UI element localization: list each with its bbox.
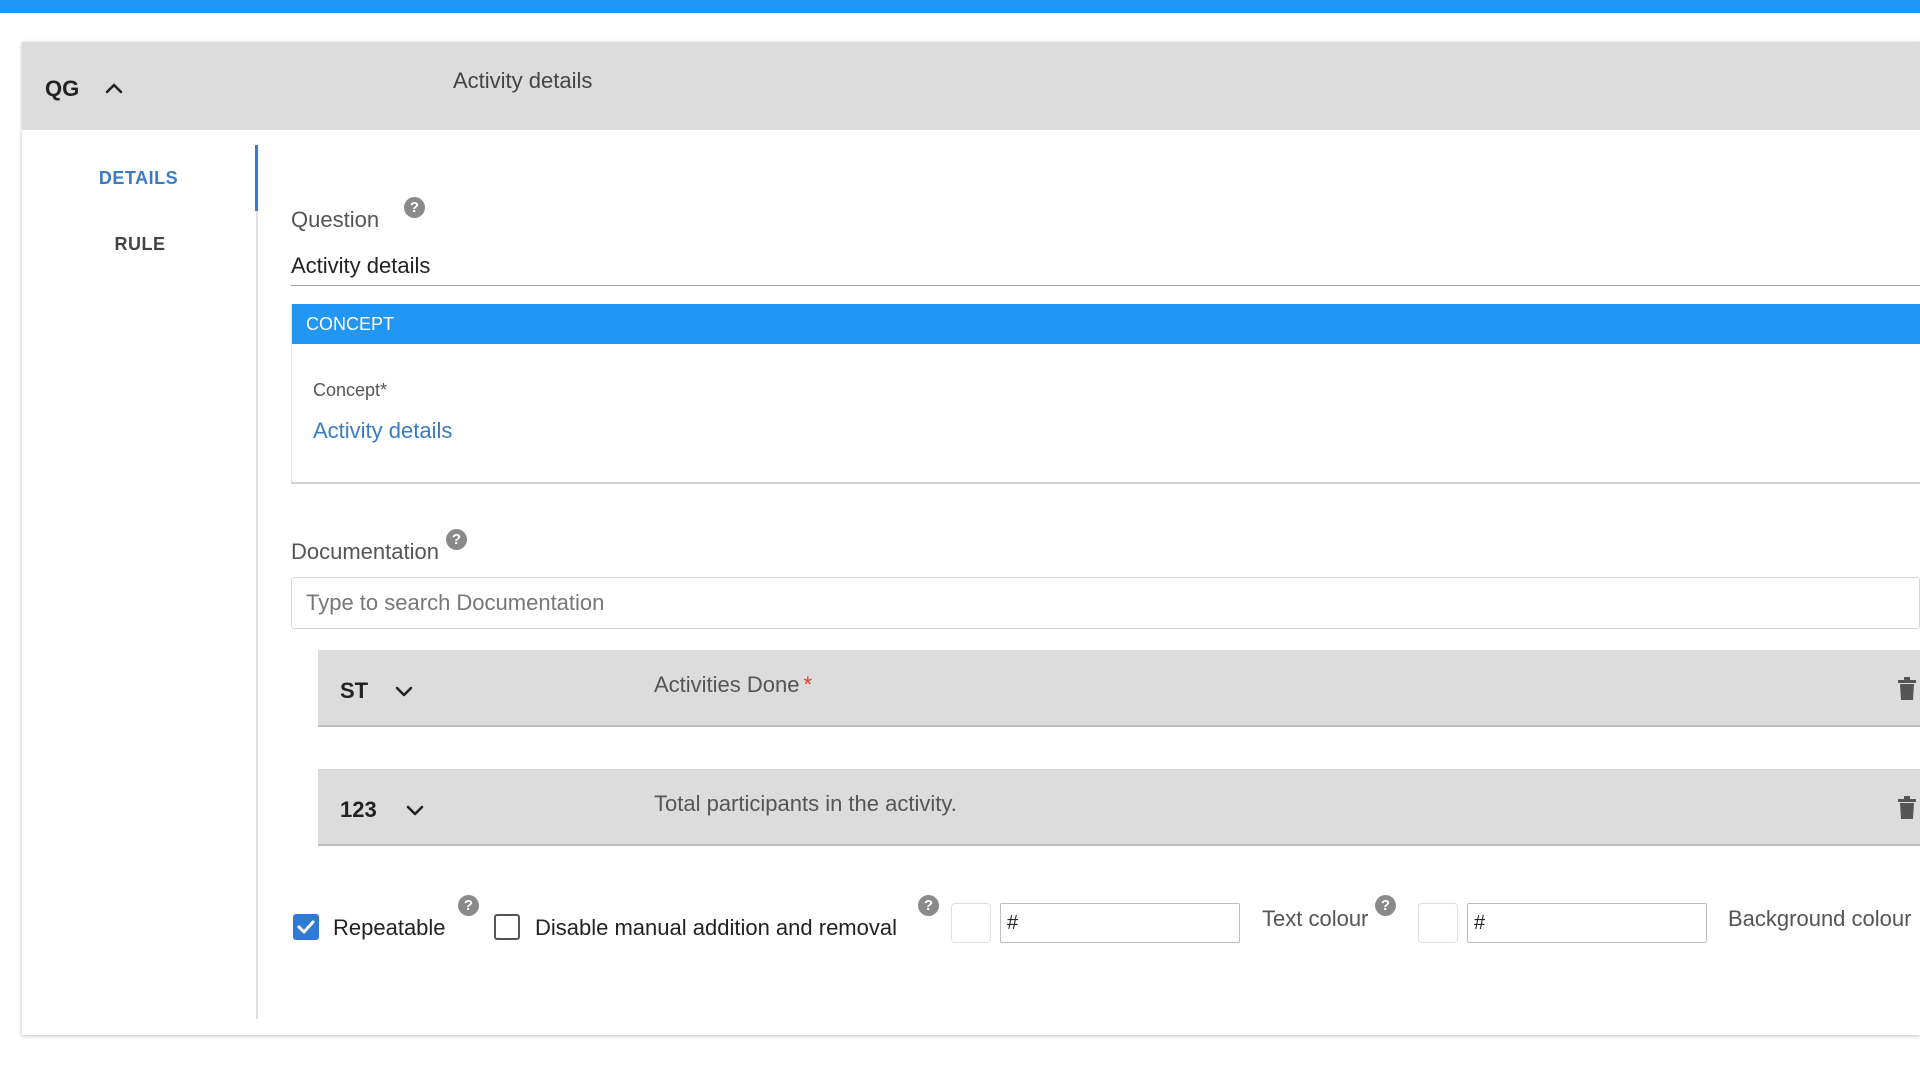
child-type-code: 123 [340, 797, 377, 822]
documentation-search-input[interactable] [291, 577, 1920, 629]
delete-icon[interactable] [1897, 796, 1917, 820]
question-group-card: QG Activity details DETAILS RULE Questio… [22, 42, 1920, 1035]
text-colour-help-icon[interactable]: ? [1375, 895, 1396, 916]
child-question-total-participants[interactable]: 123 Total participants in the activity. [318, 769, 1920, 846]
chevron-down-icon[interactable] [392, 680, 416, 704]
tab-details[interactable]: DETAILS [22, 145, 258, 211]
question-underline [291, 285, 1920, 286]
disable-manual-checkbox[interactable] [494, 914, 520, 940]
question-label: Question [291, 207, 380, 232]
question-group-title: Activity details [453, 68, 593, 93]
concept-link[interactable]: Activity details [313, 418, 452, 444]
top-accent-bar [0, 0, 1920, 13]
question-value[interactable]: Activity details [291, 253, 430, 279]
child-type-code: ST [340, 678, 369, 703]
child-title: Activities Done * [654, 672, 813, 697]
background-colour-input[interactable] [1467, 903, 1707, 943]
text-colour-swatch[interactable] [951, 903, 991, 943]
repeatable-help-icon[interactable]: ? [458, 895, 479, 916]
chevron-up-icon[interactable] [102, 76, 126, 100]
child-question-activities-done[interactable]: ST Activities Done * [318, 650, 1920, 727]
delete-icon[interactable] [1897, 677, 1917, 701]
repeatable-label: Repeatable [333, 915, 446, 940]
documentation-help-icon[interactable]: ? [446, 529, 467, 550]
child-title: Total participants in the activity. [654, 791, 957, 816]
checkmark-icon [297, 920, 315, 934]
text-colour-input[interactable] [1000, 903, 1240, 943]
chevron-down-icon[interactable] [403, 799, 427, 823]
repeatable-checkbox[interactable] [293, 914, 319, 940]
question-help-icon[interactable]: ? [404, 197, 425, 218]
text-colour-label: Text colour [1262, 906, 1369, 931]
documentation-label: Documentation [291, 539, 439, 564]
concept-panel: CONCEPT Concept* Activity details [291, 304, 1920, 484]
required-marker: * [803, 672, 813, 697]
disable-manual-help-icon[interactable]: ? [918, 895, 939, 916]
tab-rule[interactable]: RULE [22, 211, 258, 277]
question-group-header[interactable]: QG Activity details [22, 42, 1920, 130]
background-colour-label: Background colour [1728, 906, 1912, 931]
side-tabs: DETAILS RULE [22, 145, 258, 1019]
question-type-code: QG [45, 76, 80, 101]
concept-section-header: CONCEPT [292, 304, 1920, 344]
background-colour-swatch[interactable] [1418, 903, 1458, 943]
concept-field-label: Concept* [313, 380, 388, 400]
disable-manual-label: Disable manual addition and removal [535, 915, 897, 940]
